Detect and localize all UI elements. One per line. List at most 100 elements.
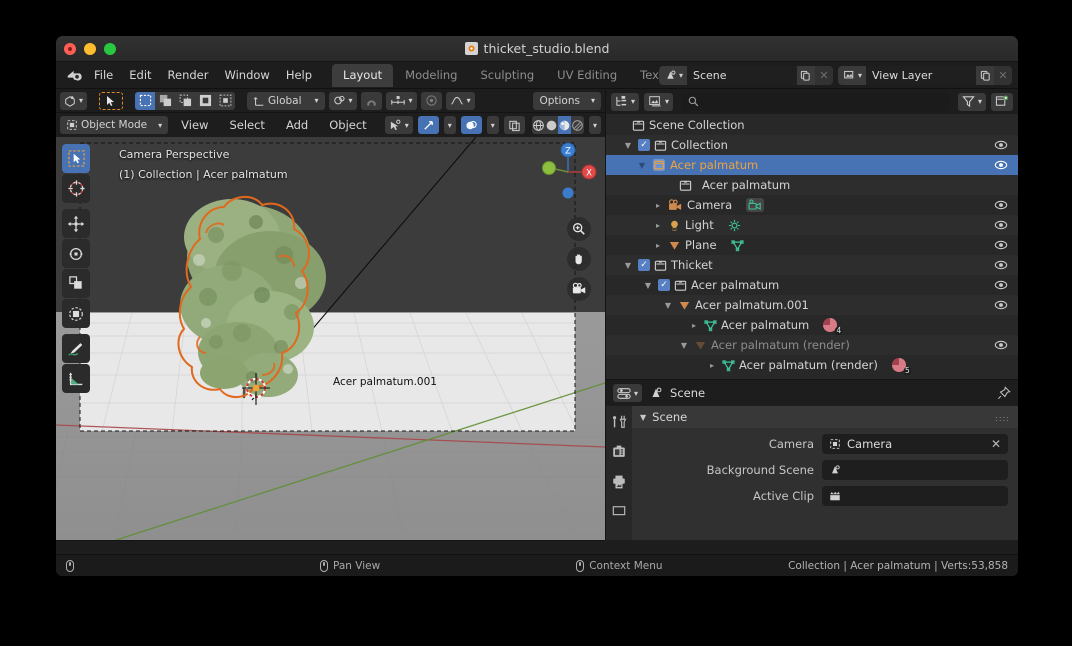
camera-data-icon[interactable] bbox=[746, 198, 765, 212]
outliner-row-acer-palmatum-instance[interactable]: ▼ Acer palmatum bbox=[606, 155, 1018, 175]
cursor-tool-icon[interactable] bbox=[62, 174, 90, 203]
viewport-canvas[interactable]: Camera Perspective (1) Collection | Acer… bbox=[56, 137, 605, 540]
scene-panel-header[interactable]: ▼ Scene :::: bbox=[632, 406, 1018, 428]
rotate-tool-icon[interactable] bbox=[62, 239, 90, 268]
wireframe-shading-button[interactable] bbox=[531, 116, 545, 134]
editor-type-properties-icon[interactable]: ▾ bbox=[613, 384, 643, 402]
menu-window[interactable]: Window bbox=[216, 65, 277, 85]
material-preview-shading-button[interactable] bbox=[557, 116, 571, 134]
overlays-dropdown[interactable]: ▾ bbox=[486, 116, 499, 134]
tab-sculpting[interactable]: Sculpting bbox=[469, 64, 545, 87]
disclosure-triangle[interactable]: ▼ bbox=[622, 261, 634, 270]
snap-to-increment-dropdown[interactable]: ▾ bbox=[385, 91, 417, 110]
new-scene-icon[interactable] bbox=[796, 66, 815, 85]
tab-layout[interactable]: Layout bbox=[332, 63, 394, 87]
scene-picker[interactable]: ▾ Scene ✕ bbox=[658, 66, 833, 85]
overlays-toggle[interactable] bbox=[460, 116, 482, 134]
scene-data-icon[interactable]: ▾ bbox=[658, 66, 687, 85]
rendered-shading-button[interactable] bbox=[570, 116, 584, 134]
pivot-point-dropdown[interactable]: ▾ bbox=[328, 91, 357, 110]
set-new-selection-icon[interactable] bbox=[135, 91, 156, 110]
hide-in-viewport-icon[interactable] bbox=[994, 298, 1008, 312]
outliner-row-thicket-acer-collection[interactable]: ▼ ✓ Acer palmatum bbox=[606, 275, 1018, 295]
snap-magnet-icon[interactable] bbox=[360, 91, 382, 110]
disclosure-triangle[interactable]: ▼ bbox=[622, 141, 634, 150]
new-view-layer-icon[interactable] bbox=[976, 66, 994, 85]
new-collection-icon[interactable] bbox=[991, 92, 1013, 111]
outliner-row-thicket[interactable]: ▼ ✓ Thicket bbox=[606, 255, 1018, 275]
move-tool-icon[interactable] bbox=[62, 209, 90, 238]
pin-icon[interactable] bbox=[997, 386, 1011, 400]
annotate-tool-icon[interactable] bbox=[62, 334, 90, 363]
tweak-select-box-tool-icon[interactable] bbox=[62, 144, 90, 173]
transform-orientation-dropdown[interactable]: Global ▾ bbox=[247, 91, 325, 110]
scale-tool-icon[interactable] bbox=[62, 269, 90, 298]
gizmos-dropdown[interactable]: ▾ bbox=[443, 116, 456, 134]
hide-in-viewport-icon[interactable] bbox=[994, 218, 1008, 232]
hide-in-viewport-icon[interactable] bbox=[994, 238, 1008, 252]
menu-help[interactable]: Help bbox=[278, 65, 320, 85]
invert-selection-icon[interactable] bbox=[195, 91, 216, 110]
unlink-scene-icon[interactable]: ✕ bbox=[814, 66, 833, 85]
collection-checkbox[interactable]: ✓ bbox=[638, 259, 650, 271]
outliner-tree[interactable]: ▸ Scene Collection ▼ ✓ bbox=[606, 114, 1018, 379]
blender-logo-icon[interactable] bbox=[62, 64, 86, 86]
light-data-icon[interactable] bbox=[728, 219, 741, 232]
viewport-menu-view[interactable]: View bbox=[173, 115, 216, 135]
menu-file[interactable]: File bbox=[86, 65, 121, 85]
outliner-row-collection[interactable]: ▼ ✓ Collection bbox=[606, 135, 1018, 155]
outliner-search-input[interactable] bbox=[682, 92, 949, 111]
tab-modeling[interactable]: Modeling bbox=[394, 64, 468, 87]
disclosure-triangle[interactable]: ▸ bbox=[652, 241, 664, 250]
disclosure-triangle[interactable]: ▼ bbox=[678, 341, 690, 350]
select-mode-group[interactable] bbox=[135, 91, 236, 110]
view-layer-name-field[interactable]: View Layer bbox=[866, 66, 976, 85]
outliner-row-plane[interactable]: ▸ Plane bbox=[606, 235, 1018, 255]
outliner-row-acer-palmatum-render-mesh[interactable]: ▸ Acer palmatum (render) 5 bbox=[606, 355, 1018, 375]
background-scene-field[interactable] bbox=[822, 459, 1008, 480]
mesh-data-icon[interactable] bbox=[730, 239, 744, 252]
subtract-selection-icon[interactable] bbox=[175, 91, 196, 110]
hide-in-viewport-icon[interactable] bbox=[994, 338, 1008, 352]
viewport-menu-add[interactable]: Add bbox=[278, 115, 316, 135]
intersect-selection-icon[interactable] bbox=[215, 91, 236, 110]
measure-tool-icon[interactable] bbox=[62, 364, 90, 393]
disclosure-triangle[interactable]: ▸ bbox=[706, 361, 718, 370]
extend-selection-icon[interactable] bbox=[155, 91, 176, 110]
hide-in-viewport-icon[interactable] bbox=[994, 278, 1008, 292]
viewport-menu-select[interactable]: Select bbox=[221, 115, 272, 135]
scene-name-field[interactable]: Scene bbox=[686, 66, 797, 85]
hide-in-viewport-icon[interactable] bbox=[994, 138, 1008, 152]
id-type-filter-icon[interactable]: ▾ bbox=[644, 92, 674, 111]
zoom-icon[interactable] bbox=[567, 217, 591, 241]
outliner-row-camera[interactable]: ▸ Camera bbox=[606, 195, 1018, 215]
solid-shading-button[interactable] bbox=[544, 116, 558, 134]
shading-dropdown[interactable]: ▾ bbox=[588, 116, 601, 134]
outliner-row-acer-palmatum-render-object[interactable]: ▼ Acer palmatum (render) bbox=[606, 335, 1018, 355]
filter-funnel-icon[interactable]: ▾ bbox=[957, 92, 986, 111]
unlink-view-layer-icon[interactable]: ✕ bbox=[994, 66, 1012, 85]
output-properties-tab-icon[interactable] bbox=[609, 472, 629, 492]
select-box-tool-icon[interactable] bbox=[99, 91, 124, 110]
clear-camera-icon[interactable]: ✕ bbox=[991, 437, 1001, 451]
viewport-options-dropdown[interactable]: Options ▾ bbox=[533, 91, 601, 110]
disclosure-triangle[interactable]: ▼ bbox=[636, 161, 648, 170]
object-visibility-dropdown[interactable]: ▾ bbox=[384, 116, 413, 134]
hide-in-viewport-icon[interactable] bbox=[994, 258, 1008, 272]
view-layer-icon[interactable]: ▾ bbox=[837, 66, 866, 85]
outliner-row-acer-palmatum-collection[interactable]: Acer palmatum bbox=[606, 175, 1018, 195]
render-properties-tab-icon[interactable] bbox=[609, 442, 629, 462]
menu-render[interactable]: Render bbox=[160, 65, 217, 85]
toggle-xray-button[interactable] bbox=[503, 116, 525, 134]
viewport-menu-object[interactable]: Object bbox=[321, 115, 374, 135]
outliner-row-acer-palmatum-mesh[interactable]: ▸ Acer palmatum 4 bbox=[606, 315, 1018, 335]
pan-hand-icon[interactable] bbox=[567, 247, 591, 271]
editor-type-3d-viewport-icon[interactable]: ▾ bbox=[60, 91, 88, 110]
outliner-display-mode-icon[interactable]: ▾ bbox=[611, 92, 640, 111]
hide-in-viewport-icon[interactable] bbox=[994, 158, 1008, 172]
navigation-gizmo[interactable]: Z X bbox=[537, 141, 599, 203]
collection-checkbox[interactable]: ✓ bbox=[658, 279, 670, 291]
proportional-editing-icon[interactable] bbox=[420, 91, 442, 110]
interaction-mode-dropdown[interactable]: Object Mode ▾ bbox=[60, 116, 169, 134]
shading-mode-group[interactable] bbox=[531, 116, 584, 134]
